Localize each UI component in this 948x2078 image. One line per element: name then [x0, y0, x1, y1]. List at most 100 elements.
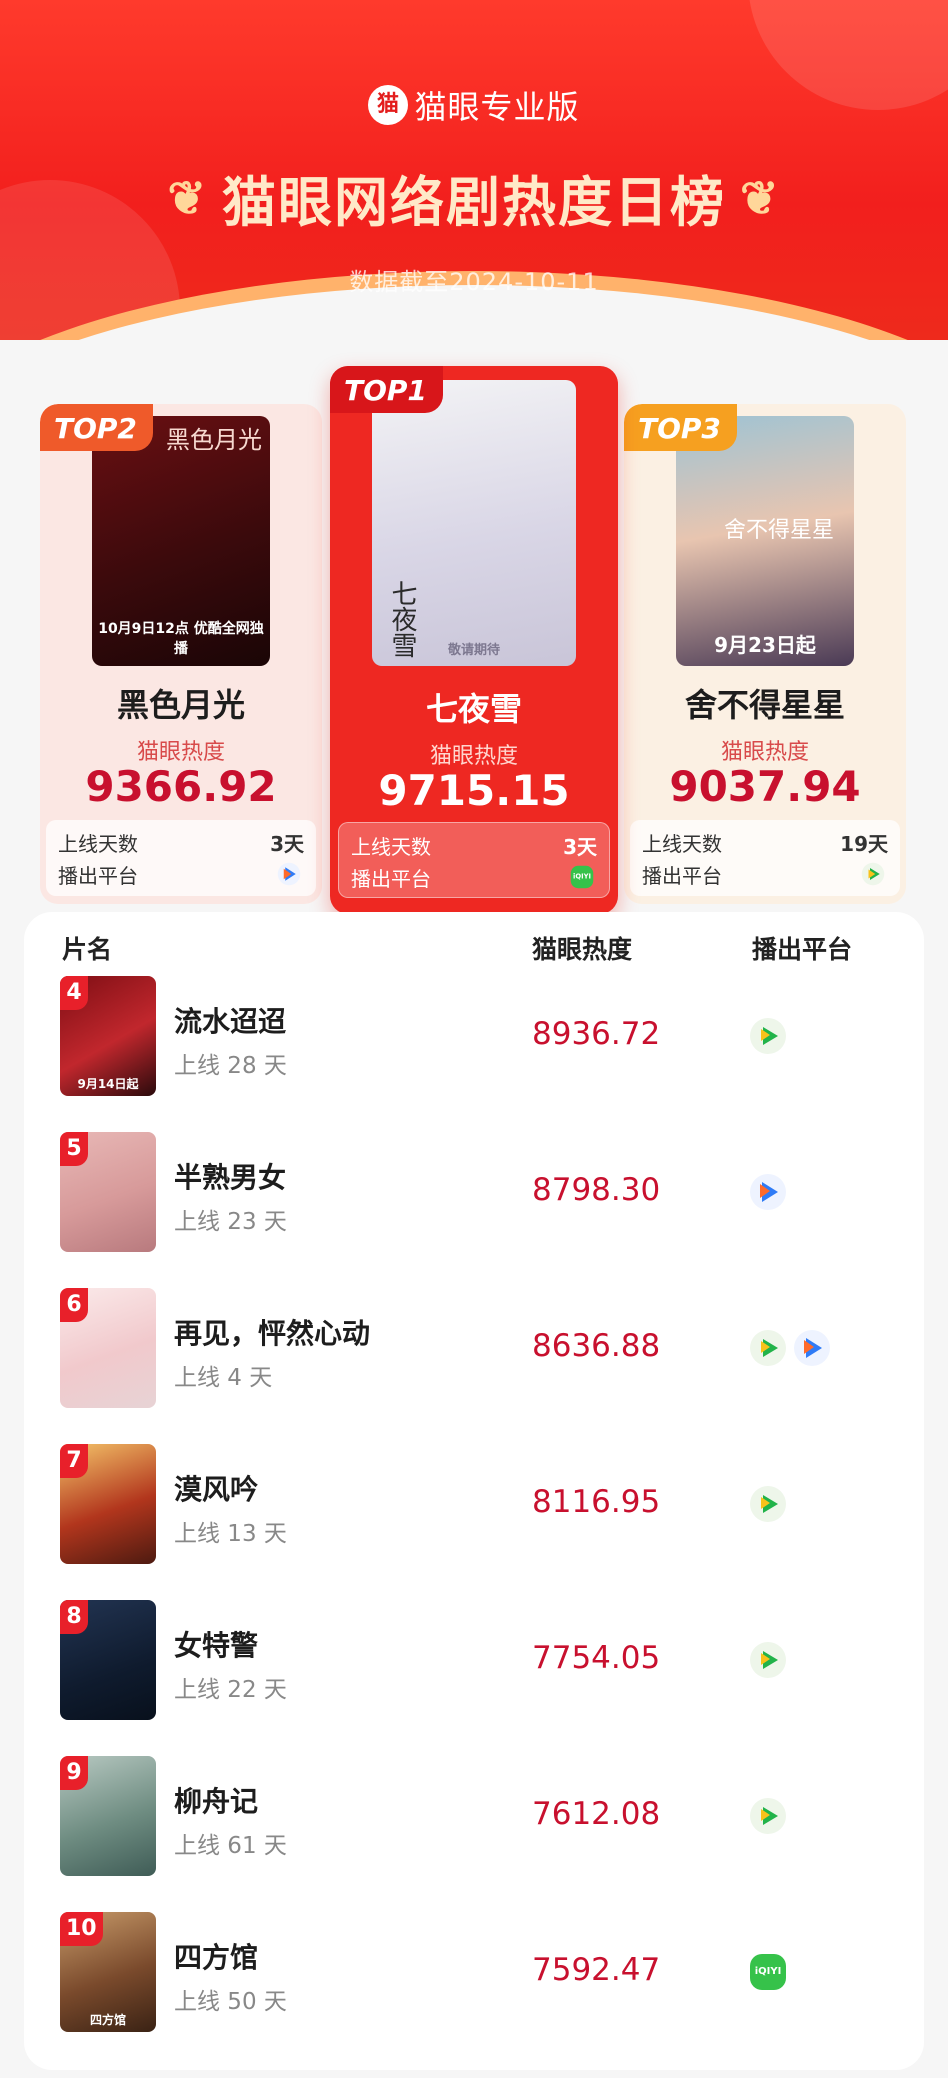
top2-card[interactable]: 黑色月光 10月9日12点 优酷全网独播 TOP2 黑色月光 猫眼热度 9366…	[40, 404, 322, 904]
poster-title-art: 舍不得星星	[723, 518, 834, 543]
heat-value: 8636.88	[532, 1328, 661, 1364]
table-row[interactable]: 8 女特警 上线 22 天 7754.05	[24, 1600, 924, 1720]
platforms	[750, 1486, 786, 1522]
heat-value: 9715.15	[378, 766, 570, 815]
card-info: 上线天数 3天 播出平台	[46, 820, 316, 896]
rank-badge: TOP1	[330, 366, 443, 413]
platforms	[750, 1018, 786, 1054]
thumbnail-caption: 9月14日起	[77, 1077, 139, 1091]
maoyan-logo-icon: 猫	[368, 85, 409, 125]
rank-badge: 9	[60, 1756, 88, 1790]
show-thumbnail[interactable]: 8	[60, 1600, 156, 1720]
days-label: 上线天数	[58, 831, 138, 856]
top3-card[interactable]: 舍不得星星 9月23日起 TOP3 舍不得星星 猫眼热度 9037.94 上线天…	[624, 404, 906, 904]
top3-poster[interactable]: 舍不得星星 9月23日起	[676, 416, 854, 666]
top1-card[interactable]: 七夜雪 敬请期待 TOP1 七夜雪 猫眼热度 9715.15 上线天数 3天 播出…	[330, 366, 618, 914]
tencent-video-icon	[861, 862, 885, 886]
days-value: 3天	[563, 834, 597, 859]
tencent-video-icon	[750, 1486, 786, 1522]
top2-poster[interactable]: 黑色月光 10月9日12点 优酷全网独播	[92, 416, 270, 666]
laurel-right-icon: ❦	[740, 170, 781, 225]
poster-title-art: 黑色月光	[166, 426, 262, 454]
heat-value: 7754.05	[532, 1640, 661, 1676]
heat-value: 7612.08	[532, 1796, 661, 1832]
rank-badge: 4	[60, 976, 88, 1010]
show-thumbnail[interactable]: 9	[60, 1756, 156, 1876]
show-title: 再见，怦然心动	[174, 1317, 371, 1350]
table-row[interactable]: 9 柳舟记 上线 61 天 7612.08	[24, 1756, 924, 1876]
show-title: 漠风吟	[174, 1473, 259, 1506]
tencent-video-icon	[750, 1642, 786, 1678]
column-header-name: 片名	[62, 935, 113, 964]
show-thumbnail[interactable]: 6	[60, 1288, 156, 1408]
platforms	[750, 1642, 786, 1678]
column-header-heat: 猫眼热度	[532, 935, 633, 964]
column-header-platform: 播出平台	[752, 935, 853, 964]
show-thumbnail[interactable]: 4 9月14日起	[60, 976, 156, 1096]
platform-label: 播出平台	[351, 866, 431, 891]
table-row[interactable]: 7 漠风吟 上线 13 天 8116.95	[24, 1444, 924, 1564]
platforms	[750, 1330, 830, 1366]
platforms: iQIYI	[750, 1954, 786, 1990]
youku-icon	[277, 862, 301, 886]
iqiyi-icon: iQIYI	[750, 1954, 786, 1990]
page-title: ❦ 猫眼网络剧热度日榜 ❦	[167, 170, 781, 234]
show-thumbnail[interactable]: 7	[60, 1444, 156, 1564]
days-online: 上线 13 天	[174, 1521, 287, 1547]
rank-badge: 8	[60, 1600, 88, 1634]
table-row[interactable]: 5 半熟男女 上线 23 天 8798.30	[24, 1132, 924, 1252]
table-row[interactable]: 4 9月14日起 流水迢迢 上线 28 天 8936.72	[24, 976, 924, 1096]
card-info: 上线天数 19天 播出平台	[630, 820, 900, 896]
platform-label: 播出平台	[58, 863, 138, 888]
laurel-left-icon: ❦	[167, 170, 208, 225]
table-row[interactable]: 10 四方馆 四方馆 上线 50 天 7592.47 iQIYI	[24, 1912, 924, 2032]
rank-badge: TOP2	[40, 404, 153, 451]
rank-badge: 7	[60, 1444, 88, 1478]
rank-badge: 6	[60, 1288, 88, 1322]
show-title: 柳舟记	[174, 1785, 259, 1818]
header-banner: 猫猫眼专业版 ❦ 猫眼网络剧热度日榜 ❦ 数据截至2024-10-11	[0, 0, 948, 340]
days-label: 上线天数	[351, 834, 431, 859]
thumbnail-caption: 四方馆	[89, 2013, 126, 2027]
heat-value: 7592.47	[532, 1952, 661, 1988]
table-row[interactable]: 6 再见，怦然心动 上线 4 天 8636.88	[24, 1288, 924, 1408]
rank-badge: 5	[60, 1132, 88, 1166]
brand: 猫猫眼专业版	[0, 82, 948, 128]
show-thumbnail[interactable]: 10 四方馆	[60, 1912, 156, 2032]
show-title: 四方馆	[174, 1941, 259, 1974]
show-title: 流水迢迢	[174, 1005, 287, 1038]
days-online: 上线 50 天	[174, 1989, 287, 2015]
youku-icon	[750, 1174, 786, 1210]
tencent-video-icon	[750, 1798, 786, 1834]
poster-caption: 10月9日12点 优酷全网独播	[98, 621, 264, 657]
days-online: 上线 22 天	[174, 1677, 287, 1703]
poster-caption: 敬请期待	[447, 643, 500, 658]
show-title: 七夜雪	[425, 690, 522, 728]
days-label: 上线天数	[642, 831, 722, 856]
show-title: 半熟男女	[174, 1161, 287, 1194]
card-info: 上线天数 3天 播出平台 iQIYI	[338, 822, 610, 898]
poster-caption: 9月23日起	[714, 633, 816, 657]
heat-value: 8798.30	[532, 1172, 661, 1208]
data-date: 数据截至2024-10-11	[349, 268, 599, 296]
tencent-video-icon	[750, 1018, 786, 1054]
heat-value: 9366.92	[85, 762, 277, 811]
days-online: 上线 61 天	[174, 1833, 287, 1859]
show-thumbnail[interactable]: 5	[60, 1132, 156, 1252]
platform-label: 播出平台	[642, 863, 722, 888]
iqiyi-icon: iQIYI	[570, 865, 594, 889]
heat-value: 9037.94	[669, 762, 861, 811]
rank-badge: TOP3	[624, 404, 737, 451]
youku-icon	[794, 1330, 830, 1366]
show-title: 舍不得星星	[684, 686, 845, 724]
show-title: 女特警	[174, 1629, 259, 1662]
show-title: 黑色月光	[116, 686, 245, 724]
rank-badge: 10	[60, 1912, 103, 1946]
heat-value: 8116.95	[532, 1484, 661, 1520]
days-value: 19天	[840, 831, 888, 856]
heat-value: 8936.72	[532, 1016, 661, 1052]
tencent-video-icon	[750, 1330, 786, 1366]
platforms	[750, 1174, 786, 1210]
top1-poster[interactable]: 七夜雪 敬请期待	[372, 380, 576, 666]
days-online: 上线 28 天	[174, 1053, 287, 1079]
